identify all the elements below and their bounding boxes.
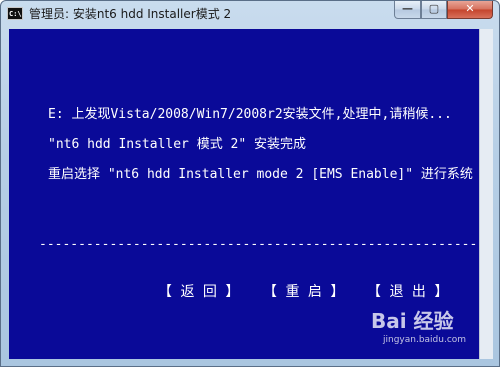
baidu-jingyan-logo: Bai 经验: [371, 309, 454, 333]
status-line-reboot-hint: 重启选择 "nt6 hdd Installer mode 2 [EMS Enab…: [48, 167, 473, 182]
cmd-app-icon[interactable]: C:\: [7, 7, 23, 20]
console-window: C:\ 管理员: 安装nt6 hdd Installer模式 2 — ▢ ✕ E…: [0, 0, 500, 367]
status-line-found: E: 上发现Vista/2008/Win7/2008r2安装文件,处理中,请稍候…: [48, 107, 452, 122]
back-menu-option[interactable]: 【 返 回 】: [158, 281, 239, 301]
title-bar[interactable]: C:\ 管理员: 安装nt6 hdd Installer模式 2 — ▢ ✕: [1, 1, 499, 27]
status-line-complete: "nt6 hdd Installer 模式 2" 安装完成: [48, 137, 307, 152]
exit-menu-option[interactable]: 【 退 出 】: [367, 281, 448, 301]
window-title: 管理员: 安装nt6 hdd Installer模式 2: [29, 7, 232, 21]
maximize-button[interactable]: ▢: [421, 1, 447, 19]
minimize-button[interactable]: —: [394, 1, 421, 19]
reboot-menu-option[interactable]: 【 重 启 】: [263, 281, 344, 301]
close-button[interactable]: ✕: [447, 1, 493, 19]
watermark-url: jingyan.baidu.com: [383, 335, 467, 345]
vertical-scrollbar[interactable]: [479, 29, 493, 359]
separator-line: ----------------------------------------…: [39, 237, 479, 252]
baidu-watermark: Bai 经验 jingyan.baidu.com: [371, 305, 479, 359]
